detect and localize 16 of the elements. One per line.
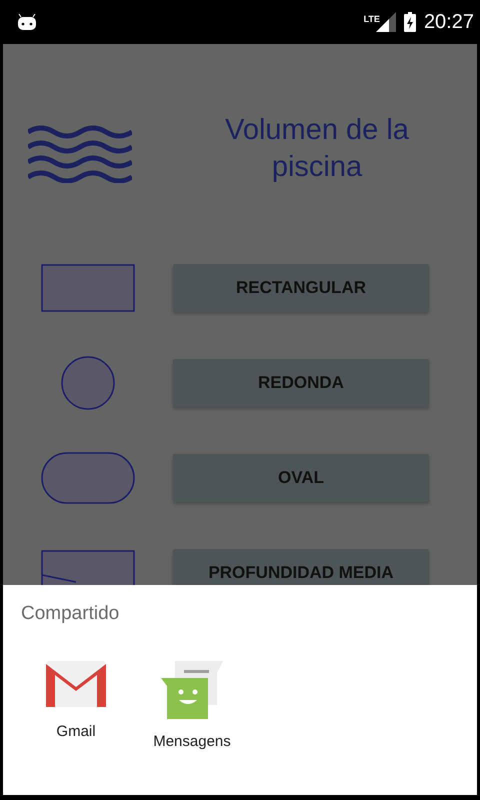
clock-time: 20:27 bbox=[424, 10, 474, 34]
share-app[interactable]: Mensagens bbox=[137, 655, 247, 756]
envelope-icon bbox=[46, 661, 106, 709]
shape-button[interactable]: OVAL bbox=[173, 454, 429, 502]
waves-icon bbox=[28, 125, 132, 183]
sheet-title: Compartido bbox=[21, 603, 120, 625]
network-type: LTE bbox=[364, 14, 380, 24]
battery-charging-icon bbox=[404, 12, 416, 32]
shape-button[interactable]: RECTANGULAR bbox=[173, 264, 429, 312]
circle-icon bbox=[61, 356, 115, 410]
android-icon bbox=[18, 14, 36, 30]
rectangle-icon bbox=[41, 264, 135, 312]
share-app[interactable]: Gmail bbox=[21, 655, 131, 756]
shape-button[interactable]: REDONDA bbox=[173, 359, 429, 407]
app-title: Volumen de la piscina bbox=[224, 113, 410, 185]
chat-bubble-icon bbox=[161, 661, 223, 719]
